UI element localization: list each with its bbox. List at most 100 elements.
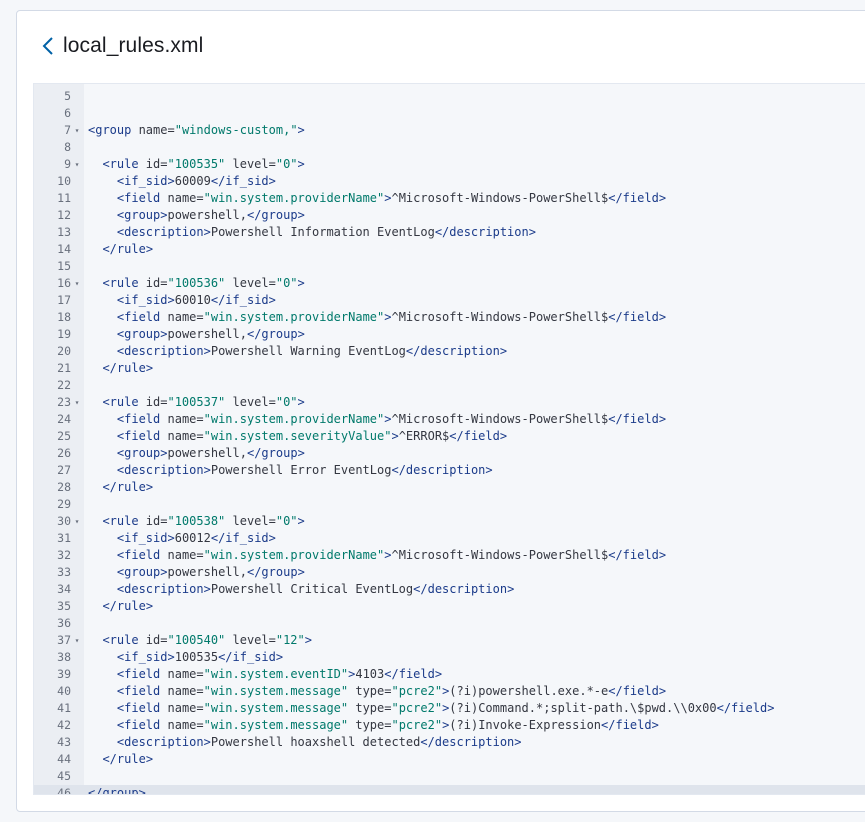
code-line[interactable]: 33 <group>powershell,</group> bbox=[34, 564, 865, 581]
fold-toggle-icon[interactable]: ▾ bbox=[72, 632, 82, 649]
code-line[interactable]: 8 bbox=[34, 139, 865, 156]
code-line[interactable]: 29 bbox=[34, 496, 865, 513]
line-number: 18 bbox=[57, 310, 71, 324]
code-line[interactable]: 9 ▾ <rule id="100535" level="0"> bbox=[34, 156, 865, 173]
line-number: 23 bbox=[57, 395, 71, 409]
code-line[interactable]: 37 ▾ <rule id="100540" level="12"> bbox=[34, 632, 865, 649]
code-editor[interactable]: 5 6 7 ▾ <group name="windows-custom,"> 8 9 ▾ <r… bbox=[33, 83, 865, 795]
code-text: <if_sid>100535</if_sid> bbox=[116, 650, 284, 664]
code-line[interactable]: 13 <description>Powershell Information E… bbox=[34, 224, 865, 241]
line-number: 6 bbox=[64, 106, 71, 120]
code-text: <rule id="100540" level="12"> bbox=[102, 633, 312, 647]
line-number: 24 bbox=[57, 412, 71, 426]
fold-toggle-icon[interactable]: ▾ bbox=[72, 156, 82, 173]
code-text: <rule id="100537" level="0"> bbox=[102, 395, 305, 409]
code-line[interactable]: 38 <if_sid>100535</if_sid> bbox=[34, 649, 865, 666]
line-number: 35 bbox=[57, 599, 71, 613]
code-line[interactable]: 5 bbox=[34, 88, 865, 105]
code-line[interactable]: 27 <description>Powershell Error EventLo… bbox=[34, 462, 865, 479]
code-text: <if_sid>60009</if_sid> bbox=[116, 174, 276, 188]
code-text: <description>Powershell Warning EventLog… bbox=[116, 344, 508, 358]
code-line[interactable]: 32 <field name="win.system.providerName"… bbox=[34, 547, 865, 564]
code-text: <rule id="100536" level="0"> bbox=[102, 276, 305, 290]
code-line[interactable]: 18 <field name="win.system.providerName"… bbox=[34, 309, 865, 326]
back-button[interactable] bbox=[41, 31, 61, 61]
line-number: 27 bbox=[57, 463, 71, 477]
code-line[interactable]: 14 </rule> bbox=[34, 241, 865, 258]
code-line[interactable]: 26 <group>powershell,</group> bbox=[34, 445, 865, 462]
code-text: <description>Powershell Critical EventLo… bbox=[116, 582, 515, 596]
code-line[interactable]: 45 bbox=[34, 768, 865, 785]
code-line[interactable]: 31 <if_sid>60012</if_sid> bbox=[34, 530, 865, 547]
code-text: </rule> bbox=[102, 242, 154, 256]
code-line[interactable]: 46 </group> bbox=[34, 785, 865, 795]
code-line[interactable]: 23 ▾ <rule id="100537" level="0"> bbox=[34, 394, 865, 411]
code-line[interactable]: 34 <description>Powershell Critical Even… bbox=[34, 581, 865, 598]
line-number: 45 bbox=[57, 769, 71, 783]
code-line[interactable]: 22 bbox=[34, 377, 865, 394]
line-number: 38 bbox=[57, 650, 71, 664]
code-text: <field name="win.system.message" type="p… bbox=[116, 701, 775, 715]
code-text: </group> bbox=[88, 786, 146, 795]
code-line[interactable]: 36 bbox=[34, 615, 865, 632]
line-number: 32 bbox=[57, 548, 71, 562]
code-line[interactable]: 6 bbox=[34, 105, 865, 122]
fold-toggle-icon[interactable]: ▾ bbox=[72, 513, 82, 530]
code-line[interactable]: 21 </rule> bbox=[34, 360, 865, 377]
code-lines: 5 6 7 ▾ <group name="windows-custom,"> 8 9 ▾ <r… bbox=[34, 88, 865, 795]
line-number: 33 bbox=[57, 565, 71, 579]
code-line[interactable]: 28 </rule> bbox=[34, 479, 865, 496]
code-line[interactable]: 35 </rule> bbox=[34, 598, 865, 615]
code-line[interactable]: 43 <description>Powershell hoaxshell det… bbox=[34, 734, 865, 751]
code-line[interactable]: 44 </rule> bbox=[34, 751, 865, 768]
code-text: <description>Powershell Error EventLog</… bbox=[116, 463, 493, 477]
line-number: 16 bbox=[57, 276, 71, 290]
code-line[interactable]: 30 ▾ <rule id="100538" level="0"> bbox=[34, 513, 865, 530]
code-text: <group name="windows-custom,"> bbox=[88, 123, 305, 137]
code-text: <group>powershell,</group> bbox=[116, 327, 305, 341]
fold-toggle-icon[interactable]: ▾ bbox=[72, 394, 82, 411]
line-number: 21 bbox=[57, 361, 71, 375]
code-line[interactable]: 24 <field name="win.system.providerName"… bbox=[34, 411, 865, 428]
code-text: <field name="win.system.message" type="p… bbox=[116, 684, 667, 698]
code-line[interactable]: 16 ▾ <rule id="100536" level="0"> bbox=[34, 275, 865, 292]
line-number: 31 bbox=[57, 531, 71, 545]
line-number: 26 bbox=[57, 446, 71, 460]
code-line[interactable]: 7 ▾ <group name="windows-custom,"> bbox=[34, 122, 865, 139]
code-text: <description>Powershell hoaxshell detect… bbox=[116, 735, 522, 749]
chevron-left-icon bbox=[42, 37, 53, 55]
line-number: 8 bbox=[64, 140, 71, 154]
fold-toggle-icon[interactable]: ▾ bbox=[72, 275, 82, 292]
code-line[interactable]: 10 <if_sid>60009</if_sid> bbox=[34, 173, 865, 190]
line-number: 13 bbox=[57, 225, 71, 239]
line-number: 20 bbox=[57, 344, 71, 358]
code-text: <group>powershell,</group> bbox=[116, 208, 305, 222]
code-text: <group>powershell,</group> bbox=[116, 565, 305, 579]
line-number: 30 bbox=[57, 514, 71, 528]
code-line[interactable]: 15 bbox=[34, 258, 865, 275]
line-number: 41 bbox=[57, 701, 71, 715]
line-number: 37 bbox=[57, 633, 71, 647]
code-line[interactable]: 12 <group>powershell,</group> bbox=[34, 207, 865, 224]
file-header: local_rules.xml bbox=[41, 31, 203, 61]
code-line[interactable]: 39 <field name="win.system.eventID">4103… bbox=[34, 666, 865, 683]
line-number: 40 bbox=[57, 684, 71, 698]
code-line[interactable]: 20 <description>Powershell Warning Event… bbox=[34, 343, 865, 360]
line-number: 19 bbox=[57, 327, 71, 341]
line-number: 42 bbox=[57, 718, 71, 732]
line-number: 36 bbox=[57, 616, 71, 630]
code-line[interactable]: 40 <field name="win.system.message" type… bbox=[34, 683, 865, 700]
code-line[interactable]: 17 <if_sid>60010</if_sid> bbox=[34, 292, 865, 309]
code-text: <if_sid>60010</if_sid> bbox=[116, 293, 276, 307]
code-line[interactable]: 41 <field name="win.system.message" type… bbox=[34, 700, 865, 717]
code-text: <field name="win.system.eventID">4103</f… bbox=[116, 667, 443, 681]
fold-toggle-icon[interactable]: ▾ bbox=[72, 122, 82, 139]
code-line[interactable]: 11 <field name="win.system.providerName"… bbox=[34, 190, 865, 207]
code-line[interactable]: 25 <field name="win.system.severityValue… bbox=[34, 428, 865, 445]
line-number: 9 bbox=[64, 157, 71, 171]
file-title: local_rules.xml bbox=[63, 34, 204, 57]
code-line[interactable]: 42 <field name="win.system.message" type… bbox=[34, 717, 865, 734]
file-editor-panel: local_rules.xml 5 6 7 ▾ <group name="windows… bbox=[16, 10, 865, 812]
line-number: 39 bbox=[57, 667, 71, 681]
code-line[interactable]: 19 <group>powershell,</group> bbox=[34, 326, 865, 343]
